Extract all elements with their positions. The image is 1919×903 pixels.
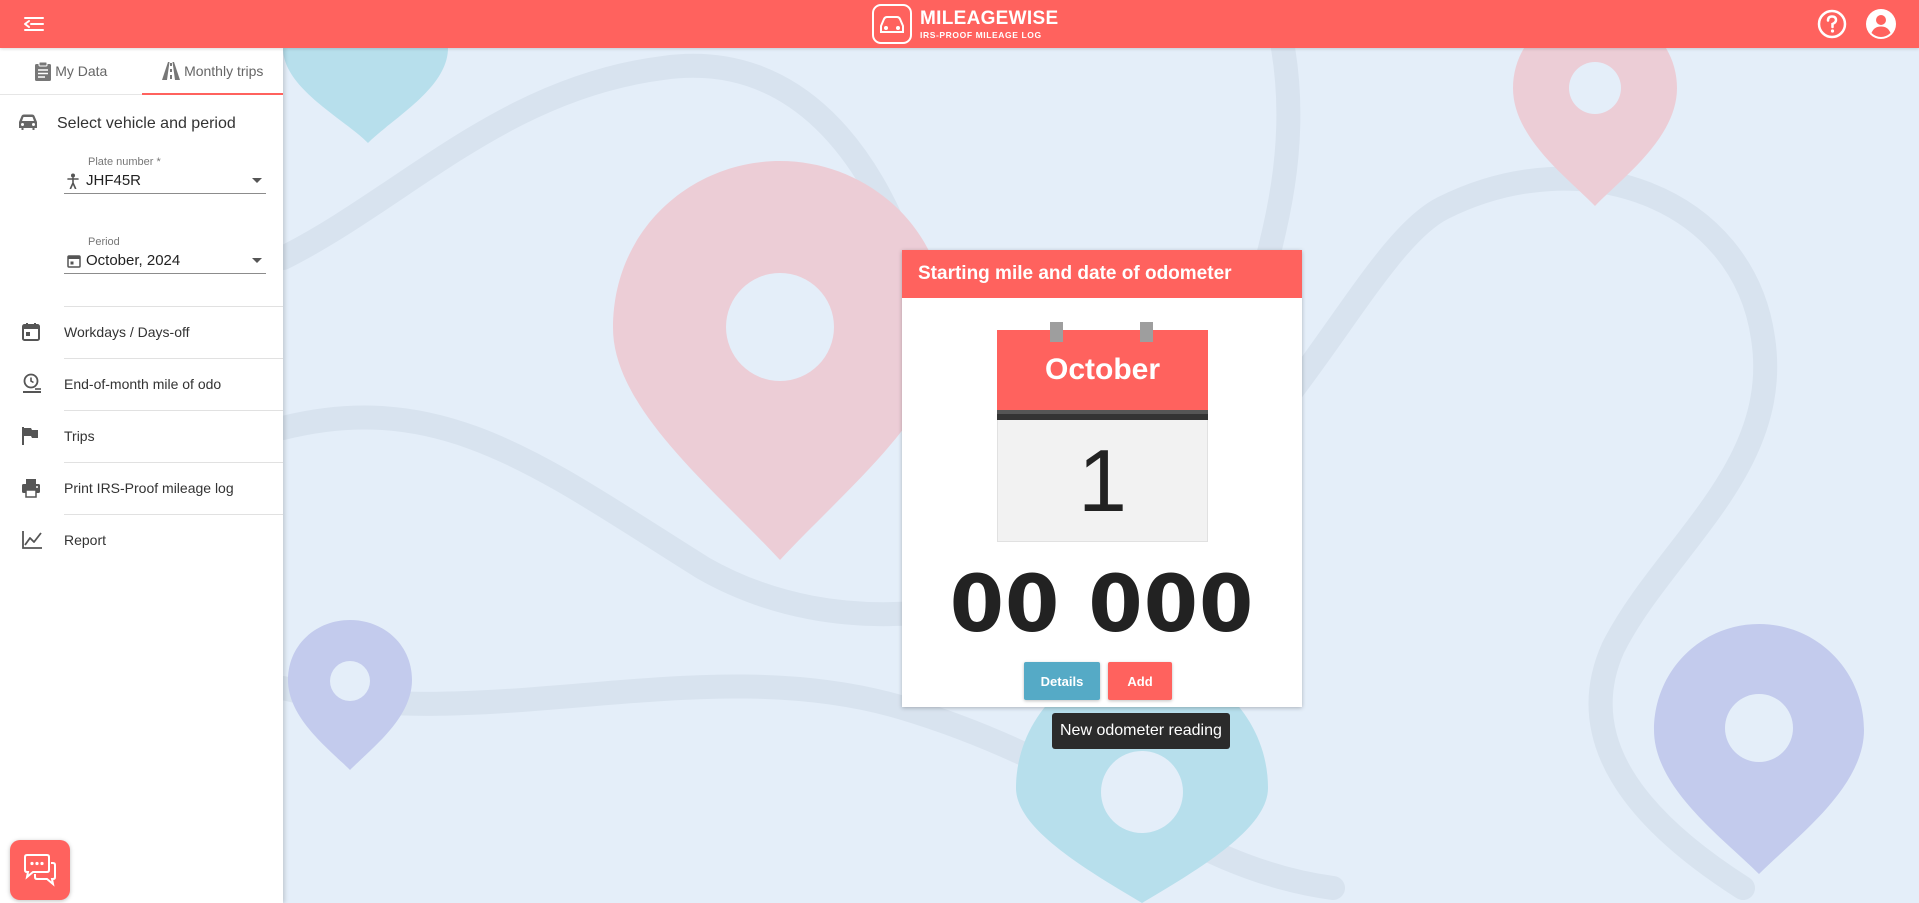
plate-number-value: JHF45R <box>86 172 142 189</box>
tab-monthly-trips-label: Monthly trips <box>184 63 264 79</box>
person-icon <box>64 173 86 189</box>
sidebar-item-workdays-label: Workdays / Days-off <box>64 324 190 340</box>
calendar-day: 1 <box>997 420 1208 542</box>
menu-collapse-icon <box>24 17 44 31</box>
map-pin-cyan-small <box>283 48 448 143</box>
divider <box>64 514 283 515</box>
divider <box>64 410 283 411</box>
account-button[interactable] <box>1864 7 1898 41</box>
odometer-card: Starting mile and date of odometer Octob… <box>902 250 1302 707</box>
tab-my-data[interactable]: My Data <box>0 48 142 94</box>
divider <box>64 462 283 463</box>
calendar-small-icon <box>64 254 86 268</box>
calendar-icon <box>0 322 64 342</box>
divider <box>64 306 283 307</box>
top-app-bar: MILEAGEWISE IRS-PROOF MILEAGE LOG <box>0 0 1919 48</box>
flag-icon <box>0 426 64 446</box>
sidebar-item-workdays[interactable]: Workdays / Days-off <box>0 306 283 358</box>
details-button[interactable]: Details <box>1024 662 1100 700</box>
sidebar-item-print-log-label: Print IRS-Proof mileage log <box>64 480 234 496</box>
menu-collapse-button[interactable] <box>20 10 48 38</box>
clipboard-icon <box>35 61 52 81</box>
vehicle-period-section[interactable]: Select vehicle and period <box>0 95 283 153</box>
calendar-widget: October 1 <box>997 322 1208 542</box>
period-select[interactable]: Period October, 2024 <box>64 236 266 274</box>
calendar-ring-icon <box>1140 322 1153 342</box>
add-button-tooltip: New odometer reading <box>1052 713 1230 749</box>
chevron-down-icon <box>252 258 262 263</box>
sidebar-item-print-log[interactable]: Print IRS-Proof mileage log <box>0 462 283 514</box>
car-icon <box>17 113 39 136</box>
help-circle-icon <box>1817 9 1847 39</box>
help-button[interactable] <box>1816 8 1848 40</box>
plate-number-select[interactable]: Plate number * JHF45R <box>64 156 266 194</box>
sidebar-menu: Workdays / Days-off End-of-month mile of… <box>0 306 283 566</box>
chat-button[interactable] <box>10 840 70 900</box>
logo-subtitle: IRS-PROOF MILEAGE LOG <box>920 29 1042 40</box>
printer-icon <box>0 478 64 498</box>
chat-bubbles-icon <box>24 854 56 887</box>
period-label: Period <box>88 236 120 248</box>
period-value: October, 2024 <box>86 252 181 269</box>
sidebar-tabs: My Data Monthly trips <box>0 48 283 95</box>
sidebar-item-end-of-month-odo-label: End-of-month mile of odo <box>64 376 222 392</box>
odometer-value: 00 000 <box>949 560 1255 650</box>
sidebar-item-report-label: Report <box>64 532 107 548</box>
tab-monthly-trips[interactable]: Monthly trips <box>141 48 284 95</box>
car-logo-icon <box>872 4 912 44</box>
section-title: Select vehicle and period <box>57 115 236 132</box>
add-button[interactable]: Add <box>1108 662 1172 700</box>
account-circle-icon <box>1866 9 1896 39</box>
calendar-ring-icon <box>1050 322 1063 342</box>
sidebar: My Data Monthly trips Select vehicle and… <box>0 48 283 903</box>
odometer-clock-icon <box>0 373 64 395</box>
sidebar-item-trips-label: Trips <box>64 428 95 444</box>
chart-line-icon <box>0 530 64 550</box>
card-title: Starting mile and date of odometer <box>902 250 1302 298</box>
tab-my-data-label: My Data <box>55 63 108 79</box>
divider <box>64 358 283 359</box>
map-pin-pink <box>613 161 947 560</box>
sidebar-item-report[interactable]: Report <box>0 514 283 566</box>
app-logo[interactable]: MILEAGEWISE IRS-PROOF MILEAGE LOG <box>872 2 1058 46</box>
sidebar-item-end-of-month-odo[interactable]: End-of-month mile of odo <box>0 358 283 410</box>
plate-number-label: Plate number * <box>88 156 161 168</box>
sidebar-item-trips[interactable]: Trips <box>0 410 283 462</box>
calendar-band <box>997 410 1208 420</box>
road-icon <box>162 62 181 80</box>
logo-title: MILEAGEWISE <box>920 7 1059 29</box>
calendar-month: October <box>997 330 1208 410</box>
map-pin-purple-small <box>288 620 412 770</box>
chevron-down-icon <box>252 178 262 183</box>
